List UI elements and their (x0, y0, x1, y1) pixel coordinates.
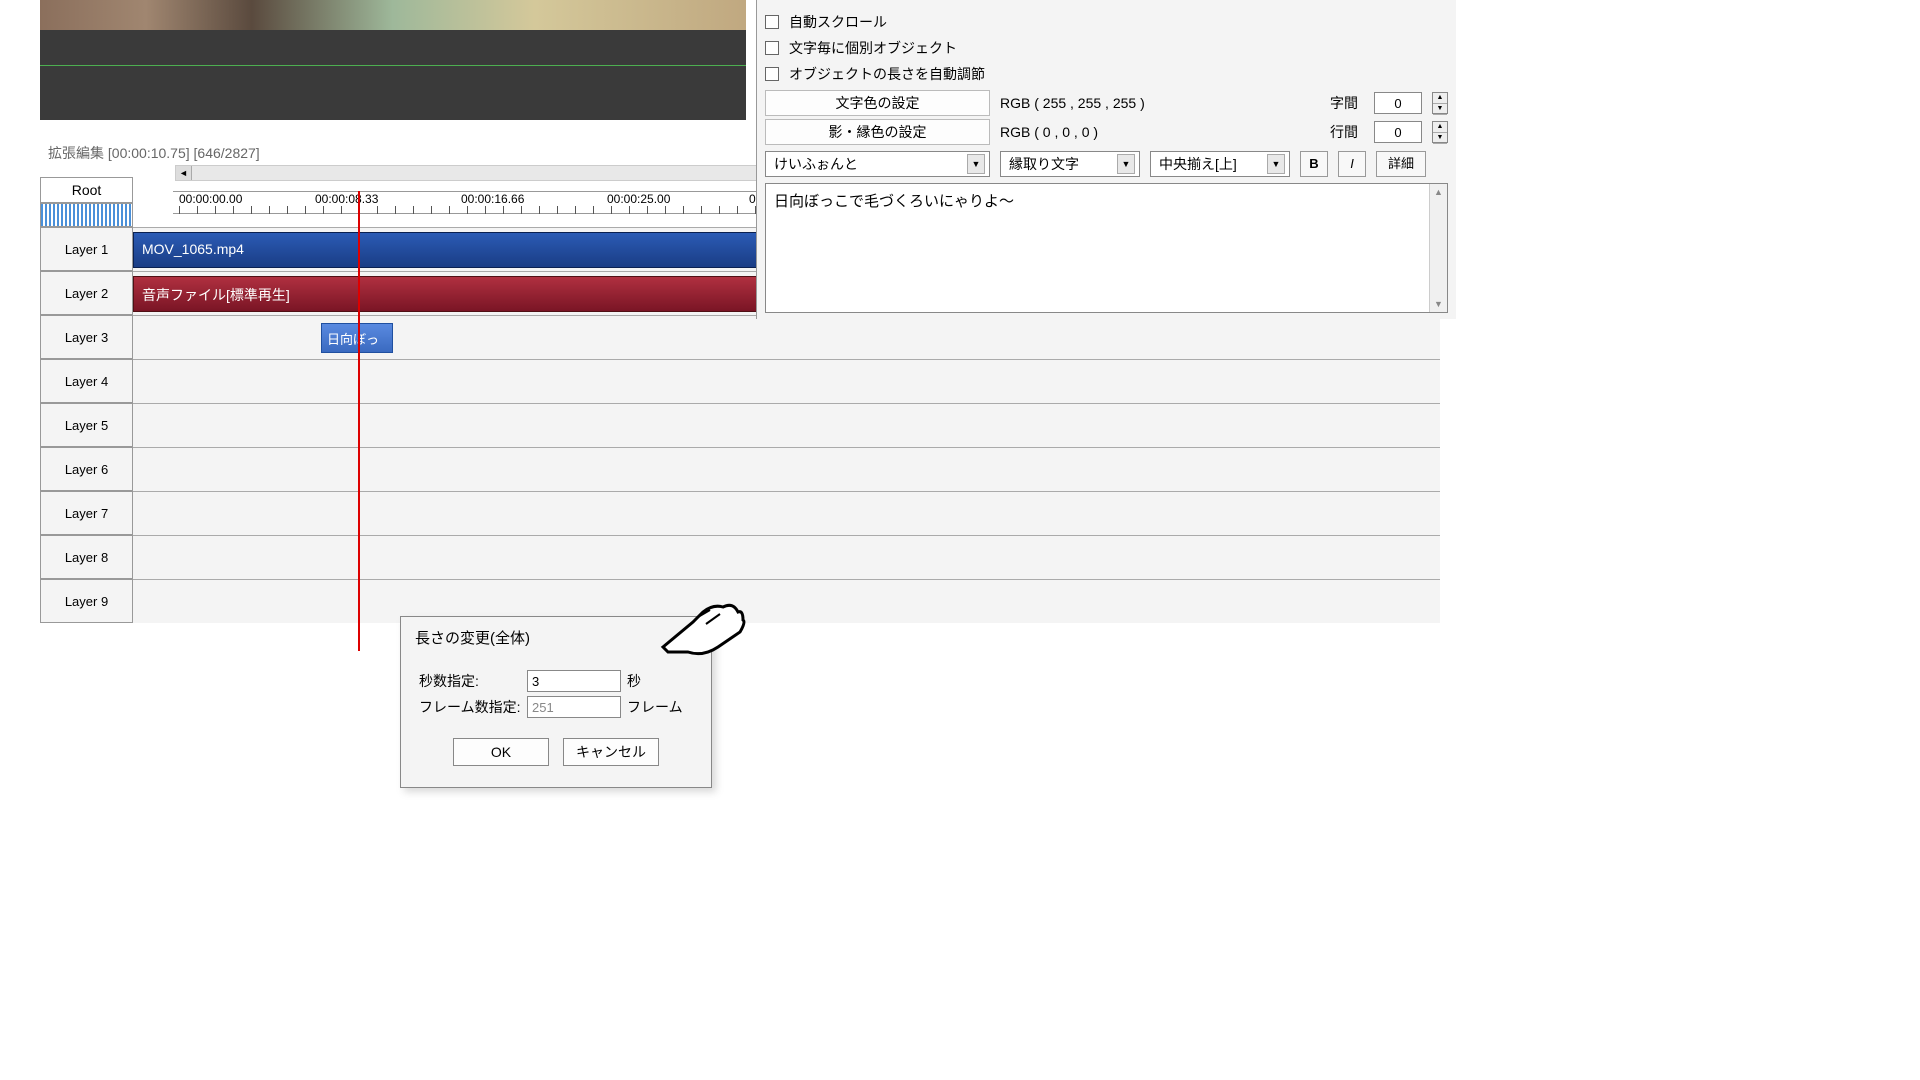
text-color-button[interactable]: 文字色の設定 (765, 90, 990, 116)
checkbox-icon (765, 41, 779, 55)
timeline-window-title: 拡張編集 [00:00:10.75] [646/2827] (48, 143, 260, 163)
scroll-up-icon: ▲ (1430, 184, 1447, 200)
layer-row: Layer 8 (40, 535, 1440, 579)
layer-row: Layer 7 (40, 491, 1440, 535)
style-dropdown[interactable]: 縁取り文字▼ (1000, 151, 1140, 177)
timeline-clip[interactable]: 日向ぼっ (321, 323, 393, 353)
text-content-textarea[interactable]: 日向ぼっこで毛づくろいにゃりよ～ ▲ ▼ (765, 183, 1448, 313)
layer-label[interactable]: Layer 5 (40, 403, 133, 447)
root-button[interactable]: Root (40, 177, 133, 203)
chevron-down-icon: ▼ (1117, 154, 1135, 174)
timeline-zoom-indicator[interactable] (40, 203, 133, 227)
scroll-left-icon[interactable]: ◄ (176, 166, 192, 180)
frames-unit: フレーム (627, 697, 683, 717)
chevron-down-icon: ▼ (1267, 154, 1285, 174)
auto-length-checkbox[interactable]: オブジェクトの長さを自動調節 (765, 64, 1448, 84)
layer-label[interactable]: Layer 9 (40, 579, 133, 623)
layer-label[interactable]: Layer 7 (40, 491, 133, 535)
seconds-input[interactable] (527, 670, 621, 692)
frames-input[interactable] (527, 696, 621, 718)
italic-button[interactable]: I (1338, 151, 1366, 177)
layer-track[interactable] (133, 359, 1440, 403)
align-dropdown[interactable]: 中央揃え[上]▼ (1150, 151, 1290, 177)
layer-row: Layer 3 日向ぼっ (40, 315, 1440, 359)
layer-label[interactable]: Layer 6 (40, 447, 133, 491)
layer-track[interactable] (133, 403, 1440, 447)
ruler-tick: 00:00:25.00 (607, 192, 670, 206)
line-spacing-label: 行間 (1330, 122, 1358, 142)
shadow-color-button[interactable]: 影・縁色の設定 (765, 119, 990, 145)
bold-button[interactable]: B (1300, 151, 1328, 177)
cancel-button[interactable]: キャンセル (563, 738, 659, 766)
line-spacing-spinner[interactable]: ▲▼ (1432, 121, 1448, 143)
playhead[interactable] (358, 191, 360, 651)
ruler-tick: 00:00:08.33 (315, 192, 378, 206)
seconds-label: 秒数指定: (419, 671, 527, 691)
layer-track[interactable] (133, 447, 1440, 491)
font-dropdown[interactable]: けいふぉんと▼ (765, 151, 990, 177)
layer-label[interactable]: Layer 8 (40, 535, 133, 579)
layer-track[interactable] (133, 579, 1440, 623)
ok-button[interactable]: OK (453, 738, 549, 766)
preview-thumbnail (40, 0, 746, 30)
layer-label[interactable]: Layer 4 (40, 359, 133, 403)
checkbox-icon (765, 15, 779, 29)
char-spacing-input[interactable] (1374, 92, 1422, 114)
char-spacing-label: 字間 (1330, 93, 1358, 113)
frames-label: フレーム数指定: (419, 697, 527, 717)
layer-track[interactable]: 日向ぼっ (133, 315, 1440, 359)
layer-row: Layer 9 (40, 579, 1440, 623)
length-change-dialog: 長さの変更(全体) 秒数指定: 秒 フレーム数指定: フレーム OK キャンセル (400, 616, 712, 788)
layer-row: Layer 4 (40, 359, 1440, 403)
chevron-down-icon: ▼ (967, 154, 985, 174)
scroll-down-icon: ▼ (1430, 296, 1447, 312)
line-spacing-input[interactable] (1374, 121, 1422, 143)
layer-track[interactable] (133, 491, 1440, 535)
per-char-checkbox[interactable]: 文字毎に個別オブジェクト (765, 38, 1448, 58)
layer-label[interactable]: Layer 3 (40, 315, 133, 359)
textarea-scrollbar[interactable]: ▲ ▼ (1429, 184, 1447, 312)
seconds-unit: 秒 (627, 671, 641, 691)
ruler-tick: 00:00:16.66 (461, 192, 524, 206)
preview-area (40, 0, 746, 120)
text-color-value: RGB ( 255 , 255 , 255 ) (1000, 95, 1145, 111)
auto-scroll-checkbox[interactable]: 自動スクロール (765, 12, 1448, 32)
checkbox-icon (765, 67, 779, 81)
text-properties-panel: 自動スクロール 文字毎に個別オブジェクト オブジェクトの長さを自動調節 文字色の… (756, 0, 1456, 319)
ruler-tick: 00:00:00.00 (179, 192, 242, 206)
layer-label[interactable]: Layer 2 (40, 271, 133, 315)
layer-row: Layer 6 (40, 447, 1440, 491)
layer-row: Layer 5 (40, 403, 1440, 447)
preview-guideline (40, 65, 746, 66)
shadow-color-value: RGB ( 0 , 0 , 0 ) (1000, 124, 1098, 140)
char-spacing-spinner[interactable]: ▲▼ (1432, 92, 1448, 114)
layer-track[interactable] (133, 535, 1440, 579)
layer-label[interactable]: Layer 1 (40, 227, 133, 271)
dialog-title: 長さの変更(全体) (401, 617, 711, 658)
detail-button[interactable]: 詳細 (1376, 151, 1426, 177)
